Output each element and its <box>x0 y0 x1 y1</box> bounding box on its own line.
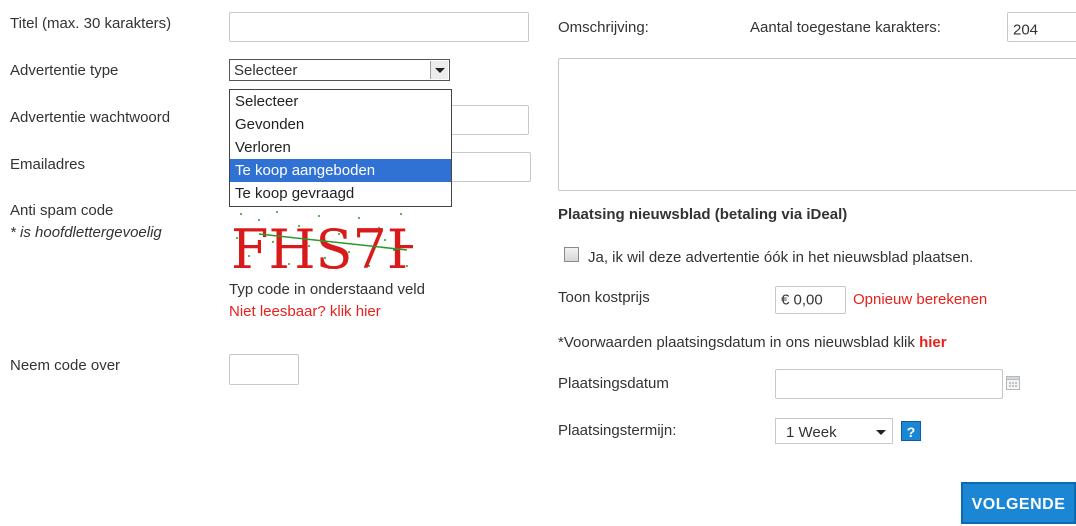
recalculate-link[interactable]: Opnieuw berekenen <box>853 291 987 308</box>
allowed-chars-field: 204 <box>1007 12 1076 42</box>
antispam-label: Anti spam code <box>10 202 114 219</box>
chevron-down-icon <box>876 430 886 435</box>
date-label: Plaatsingsdatum <box>558 375 669 392</box>
captcha-refresh-link[interactable]: Niet leesbaar? klik hier <box>229 303 381 320</box>
option-selecteer[interactable]: Selecteer <box>230 90 451 113</box>
cost-field: € 0,00 <box>775 286 846 314</box>
newspaper-heading: Plaatsing nieuwsblad (betaling via iDeal… <box>558 206 848 223</box>
terms-text: *Voorwaarden plaatsingsdatum in ons nieu… <box>558 334 947 351</box>
term-select[interactable]: 1 Week <box>775 418 893 444</box>
option-verloren[interactable]: Verloren <box>230 136 451 159</box>
antispam-note: * is hoofdlettergevoelig <box>10 224 162 241</box>
cost-label: Toon kostprijs <box>558 289 650 306</box>
captcha-input[interactable] <box>229 354 299 385</box>
captcha-image: FHS7H <box>229 206 413 274</box>
term-label: Plaatsingstermijn: <box>558 422 677 439</box>
option-te-koop-gevraagd[interactable]: Te koop gevraagd <box>230 182 451 205</box>
ad-type-select[interactable]: Selecteer <box>229 59 450 81</box>
next-button[interactable]: VOLGENDE <box>961 482 1076 524</box>
date-input[interactable] <box>775 369 1003 399</box>
help-button[interactable]: ? <box>901 421 921 441</box>
copy-code-label: Neem code over <box>10 357 121 374</box>
option-te-koop-aangeboden[interactable]: Te koop aangeboden <box>230 159 451 182</box>
captcha-hint: Typ code in onderstaand veld <box>229 281 425 298</box>
email-label: Emailadres <box>10 156 86 173</box>
description-textarea[interactable] <box>558 58 1076 191</box>
title-input[interactable] <box>229 12 529 42</box>
ad-type-selected-value: Selecteer <box>234 62 298 79</box>
password-label: Advertentie wachtwoord <box>10 109 171 126</box>
svg-text:FHS7H: FHS7H <box>231 218 413 274</box>
ad-type-label: Advertentie type <box>10 62 119 79</box>
calendar-icon[interactable] <box>1006 376 1020 390</box>
newspaper-checkbox-label: Ja, ik wil deze advertentie óók in het n… <box>588 249 974 266</box>
description-label: Omschrijving: <box>558 19 649 36</box>
title-label: Titel (max. 30 karakters) <box>10 15 172 32</box>
ad-type-options-list: Selecteer Gevonden Verloren Te koop aang… <box>229 89 452 207</box>
newspaper-checkbox[interactable] <box>564 247 579 262</box>
terms-link[interactable]: hier <box>919 334 947 351</box>
term-selected-value: 1 Week <box>786 424 837 441</box>
allowed-chars-label: Aantal toegestane karakters: <box>750 19 941 36</box>
chevron-down-icon[interactable] <box>430 61 448 79</box>
option-gevonden[interactable]: Gevonden <box>230 113 451 136</box>
